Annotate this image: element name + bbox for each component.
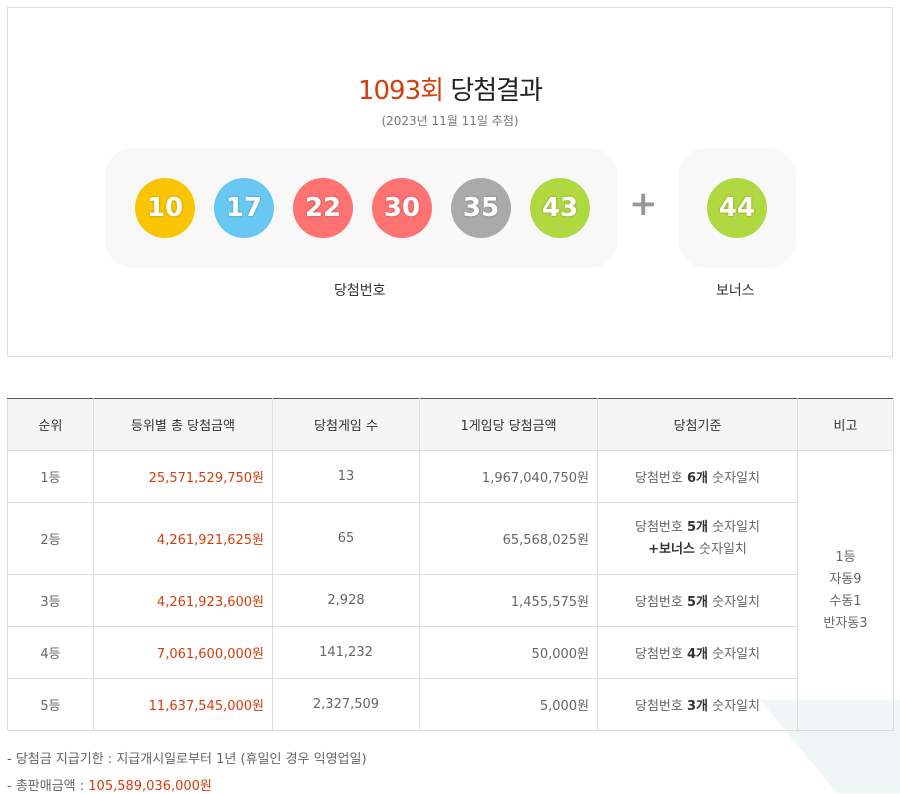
round-number: 1093회 bbox=[358, 76, 443, 106]
col-per-game: 1게임당 당첨금액 bbox=[420, 399, 598, 451]
rank: 4등 bbox=[8, 627, 94, 679]
ball: 35 bbox=[451, 178, 511, 238]
plus-icon: + bbox=[629, 184, 658, 224]
total: 7,061,600,000원 bbox=[94, 627, 273, 679]
col-total: 등위별 총 당첨금액 bbox=[94, 399, 273, 451]
per-game: 65,568,025원 bbox=[420, 503, 598, 575]
criteria: 당첨번호 5개 숫자일치+보너스 숫자일치 bbox=[598, 503, 798, 575]
per-game: 5,000원 bbox=[420, 679, 598, 731]
count: 13 bbox=[273, 451, 420, 503]
count: 2,327,509 bbox=[273, 679, 420, 731]
title-text: 당첨결과 bbox=[450, 76, 542, 106]
criteria: 당첨번호 4개 숫자일치 bbox=[598, 627, 798, 679]
total: 25,571,529,750원 bbox=[94, 451, 273, 503]
bonus-panel: 44 bbox=[678, 148, 796, 268]
per-game: 1,967,040,750원 bbox=[420, 451, 598, 503]
count: 141,232 bbox=[273, 627, 420, 679]
note-cell: 1등자동9수동1반자동3 bbox=[798, 451, 894, 731]
criteria: 당첨번호 6개 숫자일치 bbox=[598, 451, 798, 503]
ball: 22 bbox=[293, 178, 353, 238]
rank: 3등 bbox=[8, 575, 94, 627]
per-game: 50,000원 bbox=[420, 627, 598, 679]
col-count: 당첨게임 수 bbox=[273, 399, 420, 451]
ball: 43 bbox=[530, 178, 590, 238]
winning-numbers-panel: 10 17 22 30 35 43 bbox=[105, 148, 618, 268]
criteria: 당첨번호 3개 숫자일치 bbox=[598, 679, 798, 731]
prize-table: 순위 등위별 총 당첨금액 당첨게임 수 1게임당 당첨금액 당첨기준 비고 1… bbox=[7, 398, 894, 731]
rank: 1등 bbox=[8, 451, 94, 503]
col-note: 비고 bbox=[798, 399, 894, 451]
table-row: 3등4,261,923,600원2,9281,455,575원당첨번호 5개 숫… bbox=[8, 575, 894, 627]
ball: 30 bbox=[372, 178, 432, 238]
ball: 17 bbox=[214, 178, 274, 238]
total: 4,261,923,600원 bbox=[94, 575, 273, 627]
total-sales: 105,589,036,000원 bbox=[88, 779, 212, 794]
col-rank: 순위 bbox=[8, 399, 94, 451]
criteria: 당첨번호 5개 숫자일치 bbox=[598, 575, 798, 627]
total-sales-note: - 총판매금액 : 105,589,036,000원 bbox=[7, 775, 212, 794]
col-criteria: 당첨기준 bbox=[598, 399, 798, 451]
ball: 10 bbox=[135, 178, 195, 238]
per-game: 1,455,575원 bbox=[420, 575, 598, 627]
count: 65 bbox=[273, 503, 420, 575]
winning-label: 당첨번호 bbox=[334, 280, 386, 300]
table-header: 순위 등위별 총 당첨금액 당첨게임 수 1게임당 당첨금액 당첨기준 비고 bbox=[8, 399, 894, 451]
rank: 2등 bbox=[8, 503, 94, 575]
rank: 5등 bbox=[8, 679, 94, 731]
table-row: 4등7,061,600,000원141,23250,000원당첨번호 4개 숫자… bbox=[8, 627, 894, 679]
bonus-label: 보너스 bbox=[716, 280, 755, 300]
page-title: 1093회 당첨결과 bbox=[8, 70, 892, 107]
payment-deadline-note: - 당첨금 지급기한 : 지급개시일로부터 1년 (휴일인 경우 익영업일) bbox=[7, 748, 367, 767]
table-row: 5등11,637,545,000원2,327,5095,000원당첨번호 3개 … bbox=[8, 679, 894, 731]
total: 11,637,545,000원 bbox=[94, 679, 273, 731]
table-row: 1등25,571,529,750원131,967,040,750원당첨번호 6개… bbox=[8, 451, 894, 503]
draw-date: (2023년 11월 11일 추첨) bbox=[8, 112, 892, 129]
count: 2,928 bbox=[273, 575, 420, 627]
total: 4,261,921,625원 bbox=[94, 503, 273, 575]
bonus-ball: 44 bbox=[707, 178, 767, 238]
table-row: 2등4,261,921,625원6565,568,025원당첨번호 5개 숫자일… bbox=[8, 503, 894, 575]
